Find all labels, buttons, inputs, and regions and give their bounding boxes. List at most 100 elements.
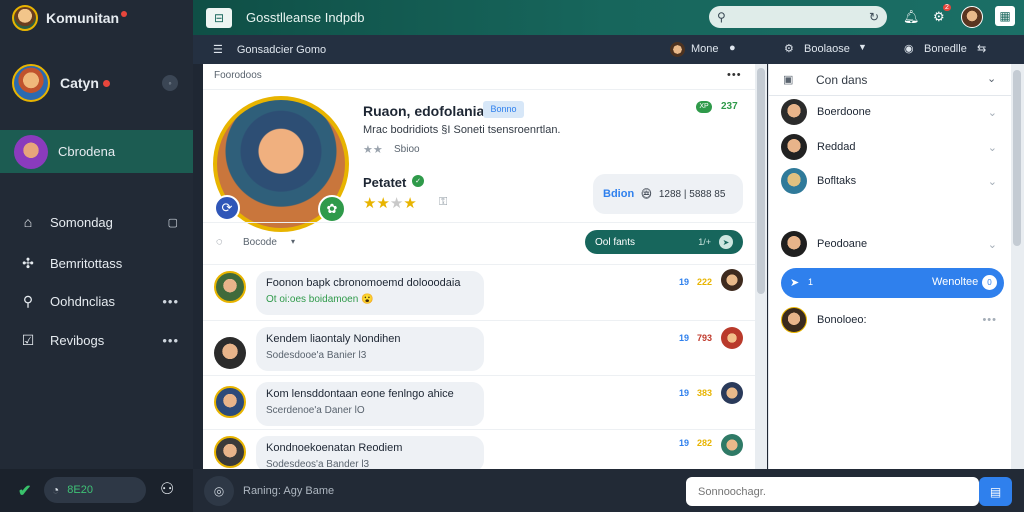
send-button[interactable]: ▤ (979, 477, 1012, 506)
sidebar: Komunitan Catyn ◦ Cbrodena ⌂ Somondag ▢ … (0, 0, 193, 512)
more-icon[interactable]: ••• (162, 333, 179, 348)
stats-card: Bdion 🪙︎ 1288 | 5888 85 (593, 174, 743, 214)
sidebar-item-2[interactable]: ⚲ Oohdnclias ••• (0, 283, 193, 319)
main-scrollbar-thumb[interactable] (757, 68, 765, 294)
checkbox-icon: ☑ (21, 331, 35, 348)
profile-badge: Bonno (483, 101, 524, 118)
message-side-avatar[interactable] (721, 269, 743, 291)
contact-item[interactable]: Bonoloeo: ••• (781, 306, 1003, 334)
share-icon[interactable]: ⇆ (977, 42, 986, 55)
panel-icon[interactable]: ▣ (783, 73, 793, 86)
message-count: 19 (679, 388, 690, 398)
message-side-avatar[interactable] (721, 327, 743, 349)
window-icon[interactable]: ▢ (168, 216, 179, 229)
contact-name: Bonoloeo: (817, 314, 867, 326)
send-icon: ➤ (790, 277, 800, 289)
settings-icon[interactable]: ⚙ (784, 42, 794, 55)
more-icon[interactable]: ••• (982, 314, 997, 326)
chevron-down-icon[interactable]: ⌄ (988, 238, 997, 251)
search-field[interactable]: ⚲ ↻ (709, 6, 887, 28)
filter-label[interactable]: Bocode (243, 237, 277, 248)
subbar-right-label[interactable]: Bonedlle (924, 43, 967, 55)
layers-icon[interactable]: ☰ (213, 43, 223, 56)
sidebar-item-1[interactable]: ✣ Bemritottass (0, 245, 193, 281)
right-panel: ▣ Con dans ⌄ Boerdoone ⌄ Reddad ⌄ Boflta… (768, 64, 1011, 469)
stat-value: 1288 | 5888 85 (658, 188, 726, 200)
right-panel-header: ▣ Con dans ⌄ (769, 64, 1011, 96)
message-bubble: Kondnoekoenatan Reodiem Sodesdeos'a Band… (256, 436, 484, 472)
action-suffix: 1/+ (698, 237, 711, 247)
moon-icon[interactable]: ● (729, 42, 736, 54)
filter-bar: ◌ Bocode ▾ Ool fants 1/+ ➤ (203, 222, 755, 262)
filter-chevron-icon[interactable]: ▾ (291, 237, 295, 246)
message-count: 19 (679, 277, 690, 287)
camera-icon[interactable]: ⟳ (214, 195, 240, 221)
grid-icon[interactable]: ▦ (995, 6, 1015, 26)
user-add-icon[interactable]: ⚇ (160, 479, 174, 499)
list-item[interactable]: Foonon bapk cbronomoemd dolooodaia Ot oi… (203, 264, 755, 319)
chevron-down-icon[interactable]: ▼ (858, 42, 867, 52)
more-icon[interactable]: ••• (162, 294, 179, 309)
profile-more-icon[interactable]: ••• (727, 69, 742, 81)
chevron-down-icon[interactable]: ⌄ (988, 175, 997, 188)
right-scrollbar[interactable] (1011, 64, 1024, 469)
coin-icon: 🪙︎ (640, 188, 653, 200)
check-icon[interactable]: ✔ (18, 481, 31, 501)
sub-bar: ☰ Gonsadcier Gomo Mone ● ⚙ Boolaose ▼ ◉ … (193, 35, 1024, 64)
puzzle-icon: ✣ (22, 254, 34, 271)
contact-item[interactable]: Boerdoone ⌄ (781, 98, 1003, 126)
contact-name: Boerdoone (817, 106, 871, 118)
list-item[interactable]: Kendem liaontaly Nondihen Sodesdooe'a Ba… (203, 320, 755, 375)
list-item[interactable]: Kom lensddontaan eone fenlngo ahice Scer… (203, 375, 755, 430)
collapse-icon[interactable]: ⌄ (987, 72, 996, 85)
active-contact[interactable]: ➤ 1 Wenoltee 0 (781, 268, 1004, 298)
user-toggle-icon[interactable]: ◦ (162, 75, 178, 91)
message-emoji: 😮 (361, 294, 374, 305)
right-panel-title: Con dans (816, 73, 868, 87)
rating-stars-small: ★★ (363, 144, 383, 156)
status-pill[interactable]: ◔ 8E20 (44, 477, 146, 503)
message-title: Foonon bapk cbronomoemd dolooodaia (266, 277, 461, 289)
message-side-avatar[interactable] (721, 434, 743, 456)
contact-item[interactable]: Peodoane ⌄ (781, 230, 1003, 258)
message-bubble: Foonon bapk cbronomoemd dolooodaia Ot oi… (256, 271, 484, 315)
filter-icon[interactable]: ◌ (216, 236, 223, 248)
contact-item[interactable]: Reddad ⌄ (781, 133, 1003, 161)
status-icon[interactable]: ◎ (204, 476, 234, 506)
sidebar-footer: ✔ ◔ 8E20 ⚇ (0, 469, 193, 512)
notifications-icon[interactable]: ⚙ (933, 9, 945, 25)
subbar-user-label[interactable]: Mone (691, 43, 719, 55)
contact-item[interactable]: Bofltaks ⌄ (781, 167, 1003, 195)
user-name: Catyn (60, 75, 99, 91)
sidebar-item-label: Oohdnclias (50, 293, 116, 309)
sidebar-item-3[interactable]: ☑ Revibogs ••• (0, 322, 193, 358)
message-input[interactable] (686, 477, 979, 506)
sidebar-item-label: Bemritottass (50, 255, 123, 271)
subbar-left-label[interactable]: Gonsadcier Gomo (237, 44, 326, 56)
page-title: Gosstlleanse Indpdb (246, 10, 365, 25)
message-bubble: Kendem liaontaly Nondihen Sodesdooe'a Ba… (256, 327, 484, 371)
sidebar-item-0[interactable]: ⌂ Somondag ▢ (0, 204, 193, 240)
user-card[interactable]: Catyn ◦ (12, 64, 184, 102)
list-item[interactable]: Kondnoekoenatan Reodiem Sodesdeos'a Band… (203, 429, 755, 472)
subbar-user-avatar (670, 42, 685, 57)
message-points: 383 (697, 388, 713, 398)
level-value: 237 (721, 101, 738, 112)
verified-icon[interactable]: ✿ (318, 195, 346, 223)
main-scrollbar[interactable] (755, 64, 767, 469)
chevron-down-icon[interactable]: ⌄ (988, 141, 997, 154)
subbar-dropdown[interactable]: Boolaose (804, 43, 850, 55)
action-button[interactable]: Ool fants 1/+ ➤ (585, 230, 743, 254)
sidebar-item-active[interactable]: Cbrodena (0, 130, 193, 173)
refresh-icon[interactable]: ↻ (869, 10, 879, 24)
message-side-avatar[interactable] (721, 382, 743, 404)
lock-icon[interactable]: ⚿ (439, 196, 447, 209)
star-rating[interactable]: ★★★★ (363, 194, 417, 212)
active-contact-count: 0 (982, 275, 997, 290)
chevron-down-icon[interactable]: ⌄ (988, 106, 997, 119)
app-icon[interactable]: ⊟ (206, 7, 232, 28)
header-avatar[interactable] (961, 6, 983, 28)
bell-icon[interactable]: 🔔︎ (903, 9, 920, 25)
info-icon[interactable]: ◉ (904, 42, 914, 55)
right-scrollbar-thumb[interactable] (1013, 70, 1021, 246)
